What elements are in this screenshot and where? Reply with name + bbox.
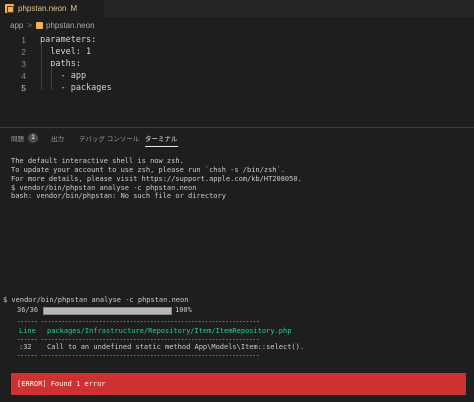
breadcrumb-file[interactable]: phpstan.neon (46, 21, 95, 30)
error-summary-text: [ERROR] Found 1 error (17, 380, 106, 388)
problems-count-badge: 1 (28, 133, 38, 143)
code-text[interactable]: parameters: (40, 35, 96, 45)
table-rule: ------ ---------------------------------… (17, 336, 260, 343)
breadcrumb-folder[interactable]: app (10, 21, 23, 30)
code-line[interactable]: 1 parameters: (0, 34, 96, 46)
tab-problems-label: 問題 (11, 136, 24, 143)
progress-percent: 100% (175, 306, 192, 314)
code-line[interactable]: 4 - app (0, 70, 86, 82)
progress-bar (43, 307, 172, 315)
tab-problems[interactable]: 問題 1 (11, 132, 38, 144)
code-line[interactable]: 2 level: 1 (0, 46, 91, 58)
chevron-right-icon: > (27, 21, 33, 30)
code-text[interactable]: - app (40, 71, 86, 81)
error-summary-banner: [ERROR] Found 1 error (11, 373, 466, 395)
code-line[interactable]: 5 - packages (0, 82, 111, 94)
code-text[interactable]: level: 1 (40, 47, 91, 57)
terminal-line: For more details, please visit https://s… (11, 175, 302, 183)
line-number: 4 (21, 71, 26, 81)
file-icon (36, 22, 44, 29)
panel-tab-bar: 問題 1 出力 デバッグ コンソール ターミナル (0, 128, 474, 147)
progress-count: 36/36 (17, 306, 39, 314)
terminal-command: $ vendor/bin/phpstan analyse -c phpstan.… (3, 296, 189, 304)
progress-bar-fill (44, 308, 171, 314)
line-number: 2 (21, 47, 26, 57)
error-line-number: :32 (19, 343, 32, 351)
code-text[interactable]: paths: (40, 59, 81, 69)
file-icon (5, 4, 14, 13)
modified-indicator: M (70, 4, 78, 13)
breadcrumb: app > phpstan.neon (10, 19, 95, 32)
editor-tab-bar: phpstan.neon M (0, 0, 474, 17)
tab-filename: phpstan.neon (18, 4, 67, 13)
tab-output-label: 出力 (51, 136, 64, 143)
table-header-line: Line (19, 327, 36, 335)
line-number: 5 (21, 83, 26, 93)
line-number: 1 (21, 35, 26, 45)
tab-terminal[interactable]: ターミナル (145, 132, 178, 147)
tab-output[interactable]: 出力 (51, 132, 64, 144)
tab-terminal-label: ターミナル (145, 136, 178, 143)
indent-guide (41, 42, 42, 90)
tab-phpstan-neon[interactable]: phpstan.neon M (0, 0, 104, 17)
error-message: Call to an undefined static method App\M… (47, 343, 305, 351)
terminal-error-line: bash: vendor/bin/phpstan: No such file o… (11, 192, 226, 200)
tab-debug-console-label: デバッグ コンソール (79, 136, 140, 143)
line-number: 3 (21, 59, 26, 69)
code-line[interactable]: 3 paths: (0, 58, 81, 70)
table-rule: ------ ---------------------------------… (17, 318, 260, 325)
table-header-file: packages/Infrastructure/Repository/Item/… (47, 327, 292, 335)
terminal-line: The default interactive shell is now zsh… (11, 157, 184, 165)
terminal-line: To update your account to use zsh, pleas… (11, 166, 285, 174)
table-rule: ------ ---------------------------------… (17, 352, 260, 359)
tab-debug-console[interactable]: デバッグ コンソール (79, 132, 139, 144)
indent-guide (51, 66, 52, 90)
